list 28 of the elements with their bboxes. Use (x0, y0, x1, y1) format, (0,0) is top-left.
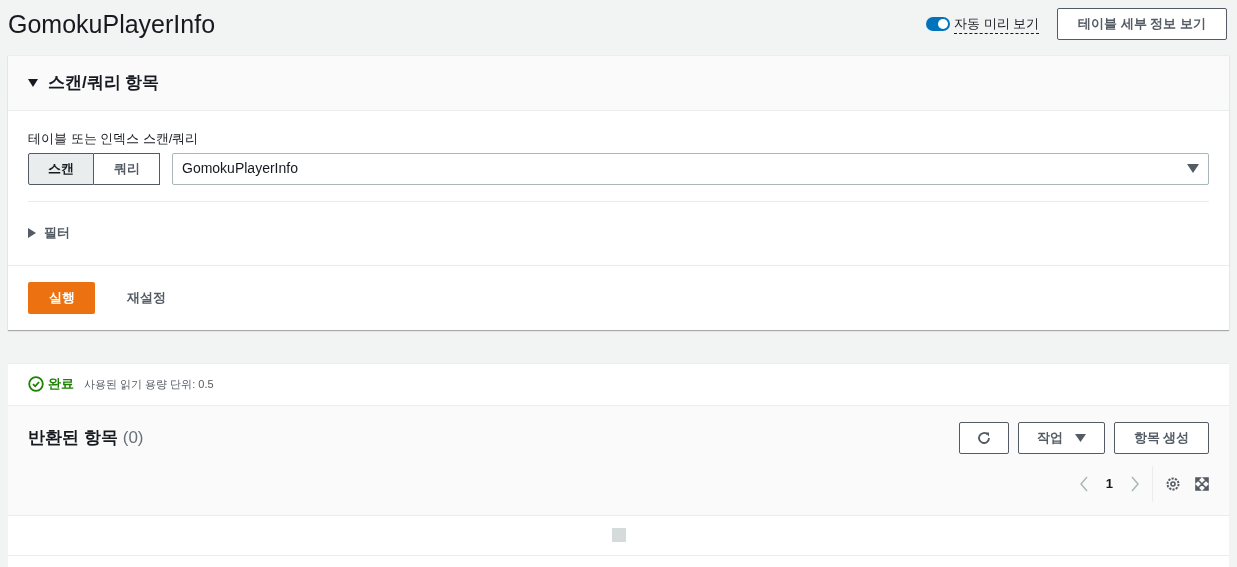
table-select[interactable]: GomokuPlayerInfo (172, 152, 1209, 185)
refresh-button[interactable] (959, 421, 1009, 454)
refresh-icon (976, 429, 992, 446)
reset-button[interactable]: 재설정 (115, 281, 178, 314)
mode-tab[interactable]: 쿼리 (94, 152, 160, 185)
actions-button[interactable]: 작업 (1018, 421, 1105, 454)
settings-icon[interactable] (1165, 475, 1181, 492)
square-icon (611, 528, 626, 542)
mode-tab[interactable]: 스캔 (28, 152, 94, 185)
capacity-text: 사용된 읽기 용량 단위: 0.5 (84, 376, 214, 392)
check-circle-icon (28, 376, 44, 392)
panel-title[interactable]: 스캔/쿼리 항목 (48, 70, 160, 96)
caret-icon (1075, 433, 1086, 442)
caret-icon[interactable] (28, 228, 36, 238)
caret-icon (1187, 164, 1199, 173)
page-number[interactable]: 1 (1105, 473, 1113, 494)
page-title: GomokuPlayerInfo (8, 11, 216, 37)
toggle-label[interactable]: 자동 미리 보기 (953, 13, 1040, 35)
create-item-button[interactable]: 항목 생성 (1114, 421, 1209, 454)
caret-icon[interactable] (28, 79, 38, 87)
status-text: 완료 (48, 375, 74, 394)
details-button[interactable]: 테이블 세부 정보 보기 (1057, 8, 1227, 40)
fullscreen-icon[interactable] (1195, 476, 1209, 491)
field-label: 테이블 또는 인덱스 스캔/쿼리 (28, 130, 200, 148)
results-title: 반환된 항목 (28, 426, 118, 449)
toggle-switch[interactable] (925, 17, 950, 31)
filter-label[interactable]: 필터 (44, 223, 70, 243)
results-count: (0) (122, 426, 144, 449)
